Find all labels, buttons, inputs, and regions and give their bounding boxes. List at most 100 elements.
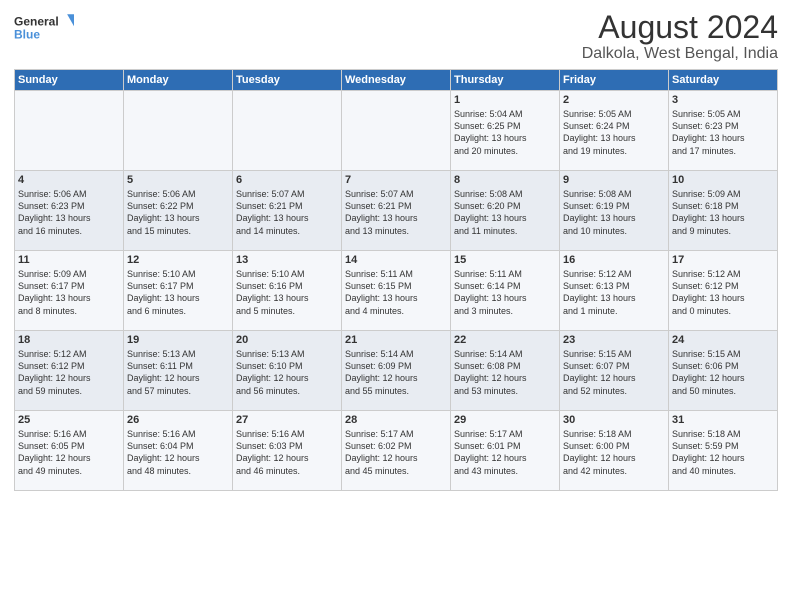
- cell-details: Sunrise: 5:17 AM Sunset: 6:02 PM Dayligh…: [345, 428, 447, 477]
- calendar-cell: 31 Sunrise: 5:18 AM Sunset: 5:59 PM Dayli…: [669, 411, 778, 491]
- day-number: 17: [672, 254, 774, 266]
- day-number: 27: [236, 414, 338, 426]
- day-number: 3: [672, 94, 774, 106]
- cell-details: Sunrise: 5:07 AM Sunset: 6:21 PM Dayligh…: [236, 188, 338, 237]
- calendar-cell: 12 Sunrise: 5:10 AM Sunset: 6:17 PM Dayli…: [124, 251, 233, 331]
- page: General Blue August 2024 Dalkola, West B…: [0, 0, 792, 612]
- col-wednesday: Wednesday: [342, 70, 451, 91]
- calendar-cell: 18 Sunrise: 5:12 AM Sunset: 6:12 PM Dayli…: [15, 331, 124, 411]
- calendar-cell: 27 Sunrise: 5:16 AM Sunset: 6:03 PM Dayli…: [233, 411, 342, 491]
- calendar-cell: 4 Sunrise: 5:06 AM Sunset: 6:23 PM Daylig…: [15, 171, 124, 251]
- cell-details: Sunrise: 5:09 AM Sunset: 6:18 PM Dayligh…: [672, 188, 774, 237]
- day-number: 2: [563, 94, 665, 106]
- cell-details: Sunrise: 5:16 AM Sunset: 6:04 PM Dayligh…: [127, 428, 229, 477]
- cell-details: Sunrise: 5:09 AM Sunset: 6:17 PM Dayligh…: [18, 268, 120, 317]
- svg-text:General: General: [14, 14, 59, 28]
- cell-details: Sunrise: 5:17 AM Sunset: 6:01 PM Dayligh…: [454, 428, 556, 477]
- day-number: 5: [127, 174, 229, 186]
- calendar-cell: 21 Sunrise: 5:14 AM Sunset: 6:09 PM Dayli…: [342, 331, 451, 411]
- calendar-cell: 23 Sunrise: 5:15 AM Sunset: 6:07 PM Dayli…: [560, 331, 669, 411]
- day-number: 8: [454, 174, 556, 186]
- day-number: 21: [345, 334, 447, 346]
- cell-details: Sunrise: 5:10 AM Sunset: 6:16 PM Dayligh…: [236, 268, 338, 317]
- day-number: 12: [127, 254, 229, 266]
- col-sunday: Sunday: [15, 70, 124, 91]
- day-number: 6: [236, 174, 338, 186]
- day-number: 10: [672, 174, 774, 186]
- calendar-cell: 20 Sunrise: 5:13 AM Sunset: 6:10 PM Dayli…: [233, 331, 342, 411]
- cell-details: Sunrise: 5:13 AM Sunset: 6:10 PM Dayligh…: [236, 348, 338, 397]
- day-number: 11: [18, 254, 120, 266]
- calendar-cell: 16Sunrise: 5:12 AM Sunset: 6:13 PM Dayli…: [560, 251, 669, 331]
- cell-details: Sunrise: 5:06 AM Sunset: 6:22 PM Dayligh…: [127, 188, 229, 237]
- col-thursday: Thursday: [451, 70, 560, 91]
- col-friday: Friday: [560, 70, 669, 91]
- calendar-cell: 15Sunrise: 5:11 AM Sunset: 6:14 PM Dayli…: [451, 251, 560, 331]
- calendar-cell: 19Sunrise: 5:13 AM Sunset: 6:11 PM Dayli…: [124, 331, 233, 411]
- calendar-cell: 22 Sunrise: 5:14 AM Sunset: 6:08 PM Dayli…: [451, 331, 560, 411]
- title-block: August 2024 Dalkola, West Bengal, India: [582, 10, 778, 63]
- col-tuesday: Tuesday: [233, 70, 342, 91]
- week-row-4: 18 Sunrise: 5:12 AM Sunset: 6:12 PM Dayli…: [15, 331, 778, 411]
- day-number: 23: [563, 334, 665, 346]
- calendar-cell: 13Sunrise: 5:10 AM Sunset: 6:16 PM Dayli…: [233, 251, 342, 331]
- cell-details: Sunrise: 5:16 AM Sunset: 6:05 PM Dayligh…: [18, 428, 120, 477]
- day-number: 31: [672, 414, 774, 426]
- cell-details: Sunrise: 5:04 AM Sunset: 6:25 PM Dayligh…: [454, 108, 556, 157]
- calendar-cell: 7 Sunrise: 5:07 AM Sunset: 6:21 PM Daylig…: [342, 171, 451, 251]
- day-number: 4: [18, 174, 120, 186]
- day-number: 15: [454, 254, 556, 266]
- day-number: 7: [345, 174, 447, 186]
- day-number: 30: [563, 414, 665, 426]
- day-number: 28: [345, 414, 447, 426]
- cell-details: Sunrise: 5:06 AM Sunset: 6:23 PM Dayligh…: [18, 188, 120, 237]
- day-number: 26: [127, 414, 229, 426]
- calendar-cell: 28 Sunrise: 5:17 AM Sunset: 6:02 PM Dayli…: [342, 411, 451, 491]
- cell-details: Sunrise: 5:08 AM Sunset: 6:19 PM Dayligh…: [563, 188, 665, 237]
- calendar-cell: [233, 91, 342, 171]
- cell-details: Sunrise: 5:12 AM Sunset: 6:13 PM Dayligh…: [563, 268, 665, 317]
- calendar-cell: 24 Sunrise: 5:15 AM Sunset: 6:06 PM Dayli…: [669, 331, 778, 411]
- day-number: 18: [18, 334, 120, 346]
- calendar-cell: 25 Sunrise: 5:16 AM Sunset: 6:05 PM Dayli…: [15, 411, 124, 491]
- cell-details: Sunrise: 5:05 AM Sunset: 6:24 PM Dayligh…: [563, 108, 665, 157]
- calendar-cell: 6 Sunrise: 5:07 AM Sunset: 6:21 PM Daylig…: [233, 171, 342, 251]
- sub-title: Dalkola, West Bengal, India: [582, 45, 778, 63]
- day-number: 25: [18, 414, 120, 426]
- calendar-cell: 2 Sunrise: 5:05 AM Sunset: 6:24 PM Daylig…: [560, 91, 669, 171]
- svg-text:Blue: Blue: [14, 27, 40, 41]
- calendar-cell: [342, 91, 451, 171]
- cell-details: Sunrise: 5:08 AM Sunset: 6:20 PM Dayligh…: [454, 188, 556, 237]
- header: General Blue August 2024 Dalkola, West B…: [14, 10, 778, 63]
- day-number: 22: [454, 334, 556, 346]
- calendar-cell: 1Sunrise: 5:04 AM Sunset: 6:25 PM Daylig…: [451, 91, 560, 171]
- calendar-cell: 3 Sunrise: 5:05 AM Sunset: 6:23 PM Daylig…: [669, 91, 778, 171]
- cell-details: Sunrise: 5:14 AM Sunset: 6:09 PM Dayligh…: [345, 348, 447, 397]
- col-monday: Monday: [124, 70, 233, 91]
- cell-details: Sunrise: 5:18 AM Sunset: 5:59 PM Dayligh…: [672, 428, 774, 477]
- day-number: 20: [236, 334, 338, 346]
- calendar-cell: 29Sunrise: 5:17 AM Sunset: 6:01 PM Dayli…: [451, 411, 560, 491]
- cell-details: Sunrise: 5:15 AM Sunset: 6:06 PM Dayligh…: [672, 348, 774, 397]
- calendar-cell: 11 Sunrise: 5:09 AM Sunset: 6:17 PM Dayli…: [15, 251, 124, 331]
- calendar-cell: 14Sunrise: 5:11 AM Sunset: 6:15 PM Dayli…: [342, 251, 451, 331]
- cell-details: Sunrise: 5:05 AM Sunset: 6:23 PM Dayligh…: [672, 108, 774, 157]
- cell-details: Sunrise: 5:07 AM Sunset: 6:21 PM Dayligh…: [345, 188, 447, 237]
- calendar-table: Sunday Monday Tuesday Wednesday Thursday…: [14, 69, 778, 491]
- calendar-cell: 10 Sunrise: 5:09 AM Sunset: 6:18 PM Dayli…: [669, 171, 778, 251]
- cell-details: Sunrise: 5:10 AM Sunset: 6:17 PM Dayligh…: [127, 268, 229, 317]
- week-row-3: 11 Sunrise: 5:09 AM Sunset: 6:17 PM Dayli…: [15, 251, 778, 331]
- logo-graphic: General Blue: [14, 10, 74, 46]
- week-row-2: 4 Sunrise: 5:06 AM Sunset: 6:23 PM Daylig…: [15, 171, 778, 251]
- calendar-cell: [15, 91, 124, 171]
- header-row: Sunday Monday Tuesday Wednesday Thursday…: [15, 70, 778, 91]
- cell-details: Sunrise: 5:12 AM Sunset: 6:12 PM Dayligh…: [18, 348, 120, 397]
- cell-details: Sunrise: 5:15 AM Sunset: 6:07 PM Dayligh…: [563, 348, 665, 397]
- cell-details: Sunrise: 5:16 AM Sunset: 6:03 PM Dayligh…: [236, 428, 338, 477]
- calendar-cell: 5 Sunrise: 5:06 AM Sunset: 6:22 PM Daylig…: [124, 171, 233, 251]
- cell-details: Sunrise: 5:18 AM Sunset: 6:00 PM Dayligh…: [563, 428, 665, 477]
- cell-details: Sunrise: 5:14 AM Sunset: 6:08 PM Dayligh…: [454, 348, 556, 397]
- day-number: 19: [127, 334, 229, 346]
- day-number: 24: [672, 334, 774, 346]
- cell-details: Sunrise: 5:11 AM Sunset: 6:15 PM Dayligh…: [345, 268, 447, 317]
